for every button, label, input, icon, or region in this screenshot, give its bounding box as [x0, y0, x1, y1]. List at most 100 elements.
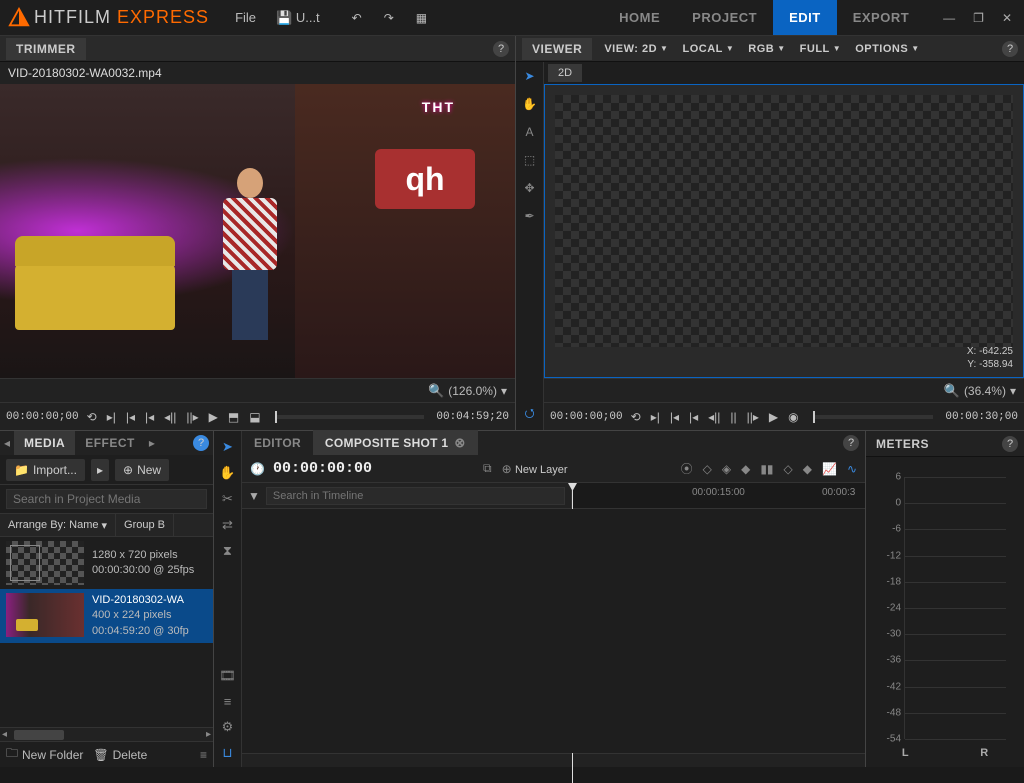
tab-home[interactable]: HOME — [603, 0, 676, 35]
add-kf-icon[interactable]: ◆ — [739, 460, 752, 478]
dup-icon[interactable]: ⧉ — [481, 459, 494, 478]
slip-tool-icon[interactable]: ⇄ — [222, 517, 233, 533]
step-back-icon[interactable]: ◂|| — [706, 408, 722, 426]
pen-tool-icon[interactable]: ✒ — [520, 206, 540, 226]
insert-icon[interactable]: ⬒ — [226, 408, 241, 426]
timeline-search-input[interactable] — [266, 487, 565, 505]
in-point-icon[interactable]: ▸| — [105, 408, 118, 426]
play-icon[interactable]: ▶ — [767, 408, 780, 426]
scroll-right-icon[interactable]: ▸ — [206, 729, 211, 740]
pause-icon[interactable]: ▮▮ — [758, 460, 775, 478]
undo-icon[interactable]: ↶ — [346, 7, 368, 29]
pause-icon[interactable]: || — [728, 408, 738, 426]
help-icon[interactable]: ? — [193, 435, 209, 451]
mask-tool-icon[interactable]: ⬚ — [520, 150, 540, 170]
viewer-rgb[interactable]: RGB▼ — [742, 39, 791, 59]
snap-icon[interactable]: ⊔ — [222, 745, 232, 761]
redo-icon[interactable]: ↷ — [378, 7, 400, 29]
play-icon[interactable]: ▶ — [207, 408, 220, 426]
filter-icon[interactable]: ▼ — [248, 489, 260, 503]
media-item[interactable]: 1280 x 720 pixels 00:00:30:00 @ 25fps — [0, 537, 213, 589]
prev-kf-icon[interactable]: ⦿ — [679, 458, 695, 479]
rate-tool-icon[interactable]: ⧗ — [223, 543, 232, 559]
help-icon[interactable]: ? — [843, 435, 859, 451]
gear-icon[interactable]: ⚙ — [222, 719, 234, 735]
chevron-down-icon[interactable]: ▾ — [501, 384, 507, 398]
go-start-icon[interactable]: |◂ — [687, 408, 700, 426]
clock-icon[interactable]: 🕐 — [248, 460, 267, 478]
kf-fwd-icon[interactable]: ◈ — [720, 460, 733, 478]
viewer-ruler[interactable] — [813, 415, 934, 419]
chevron-down-icon[interactable]: ▾ — [1010, 384, 1016, 398]
trimmer-ruler[interactable] — [275, 415, 425, 419]
diamond2-icon[interactable]: ◆ — [801, 460, 814, 478]
media-search-input[interactable] — [6, 489, 207, 509]
tab-nav-right-icon[interactable]: ▸ — [145, 432, 159, 454]
menu-file[interactable]: File — [227, 6, 264, 30]
magnify-icon[interactable]: 🔍 — [428, 383, 444, 399]
maximize-icon[interactable]: ❐ — [969, 9, 988, 27]
in-point-icon[interactable]: ▸| — [649, 408, 662, 426]
tab-edit[interactable]: EDIT — [773, 0, 837, 35]
diamond-icon[interactable]: ◇ — [782, 460, 795, 478]
orbit-tool-icon[interactable]: ⭯ — [520, 404, 540, 424]
trimmer-zoom-value[interactable]: (126.0%) — [448, 384, 497, 398]
magnify-icon[interactable]: 🔍 — [944, 383, 960, 399]
timeline-tracks[interactable] — [242, 509, 865, 753]
tab-effects[interactable]: EFFECT — [75, 431, 145, 455]
viewer-canvas[interactable]: X: -642.25 Y: -358.94 — [544, 84, 1024, 378]
go-start-icon[interactable]: |◂ — [143, 408, 156, 426]
scroll-left-icon[interactable]: ◂ — [2, 729, 7, 740]
viewer-local[interactable]: LOCAL▼ — [676, 39, 740, 59]
viewer-zoom-value[interactable]: (36.4%) — [964, 384, 1006, 398]
loop-icon[interactable]: ⟲ — [629, 408, 643, 426]
tab-project[interactable]: PROJECT — [676, 0, 773, 35]
import-button[interactable]: 📁 Import... — [6, 459, 85, 481]
loop-icon[interactable]: ⟲ — [85, 408, 99, 426]
hand-tool-icon[interactable]: ✋ — [520, 94, 540, 114]
timeline-tc[interactable]: 00:00:00:00 — [273, 460, 372, 477]
viewer-view-mode[interactable]: VIEW: 2D▼ — [598, 39, 674, 59]
viewer-options[interactable]: OPTIONS▼ — [849, 39, 925, 59]
new-folder-button[interactable]: 🗀 New Folder — [6, 744, 83, 765]
tab-nav-left-icon[interactable]: ◂ — [0, 432, 14, 454]
close-tab-icon[interactable]: ⊗ — [454, 435, 465, 451]
overlay-icon[interactable]: ⬓ — [247, 408, 262, 426]
graph-icon[interactable]: 📈 — [820, 460, 839, 478]
curve-icon[interactable]: ∿ — [845, 460, 859, 478]
menu-save[interactable]: 💾 U...t — [268, 6, 328, 30]
select-tool-icon[interactable]: ➤ — [520, 66, 540, 86]
tab-media[interactable]: MEDIA — [14, 431, 75, 455]
help-icon[interactable]: ? — [493, 41, 509, 57]
step-fwd-icon[interactable]: ||▸ — [745, 408, 761, 426]
help-icon[interactable]: ? — [1002, 436, 1018, 452]
step-back-icon[interactable]: ◂|| — [162, 408, 178, 426]
close-icon[interactable]: ✕ — [998, 9, 1016, 27]
timeline-ruler[interactable]: 00:00:15:00 00:00:3 — [572, 483, 865, 508]
import-more-icon[interactable]: ▸ — [91, 459, 109, 481]
tab-composite-shot[interactable]: COMPOSITE SHOT 1 ⊗ — [313, 430, 478, 456]
grid-icon[interactable]: ▦ — [410, 7, 433, 29]
help-icon[interactable]: ? — [1002, 41, 1018, 57]
viewer-tab-2d[interactable]: 2D — [548, 64, 582, 82]
new-layer-button[interactable]: ⊕ New Layer — [500, 460, 570, 478]
out-point-icon[interactable]: |◂ — [124, 408, 137, 426]
hand-tool-icon[interactable]: ✋ — [219, 465, 235, 481]
tab-editor[interactable]: EDITOR — [242, 431, 313, 455]
group-by-button[interactable]: Group B — [116, 514, 174, 536]
arrange-by-button[interactable]: Arrange By: Name ▾ — [0, 514, 116, 536]
tab-export[interactable]: EXPORT — [837, 0, 925, 35]
text-tool-icon[interactable]: A — [520, 122, 540, 142]
media-hscroll[interactable]: ◂ ▸ — [0, 727, 213, 741]
viewer-full[interactable]: FULL▼ — [794, 39, 848, 59]
menu-icon[interactable]: ≡ — [200, 748, 207, 762]
timeline-hscroll[interactable] — [242, 753, 865, 767]
audio-icon[interactable]: ≡ — [224, 694, 232, 709]
record-icon[interactable]: ◉ — [786, 408, 800, 426]
select-tool-icon[interactable]: ➤ — [222, 439, 233, 455]
minimize-icon[interactable]: — — [939, 9, 959, 27]
trimmer-preview[interactable]: ТНТ qh — [0, 84, 515, 378]
new-button[interactable]: ⊕ New — [115, 459, 169, 481]
scroll-thumb[interactable] — [14, 730, 64, 740]
delete-button[interactable]: 🗑 Delete — [93, 748, 147, 762]
